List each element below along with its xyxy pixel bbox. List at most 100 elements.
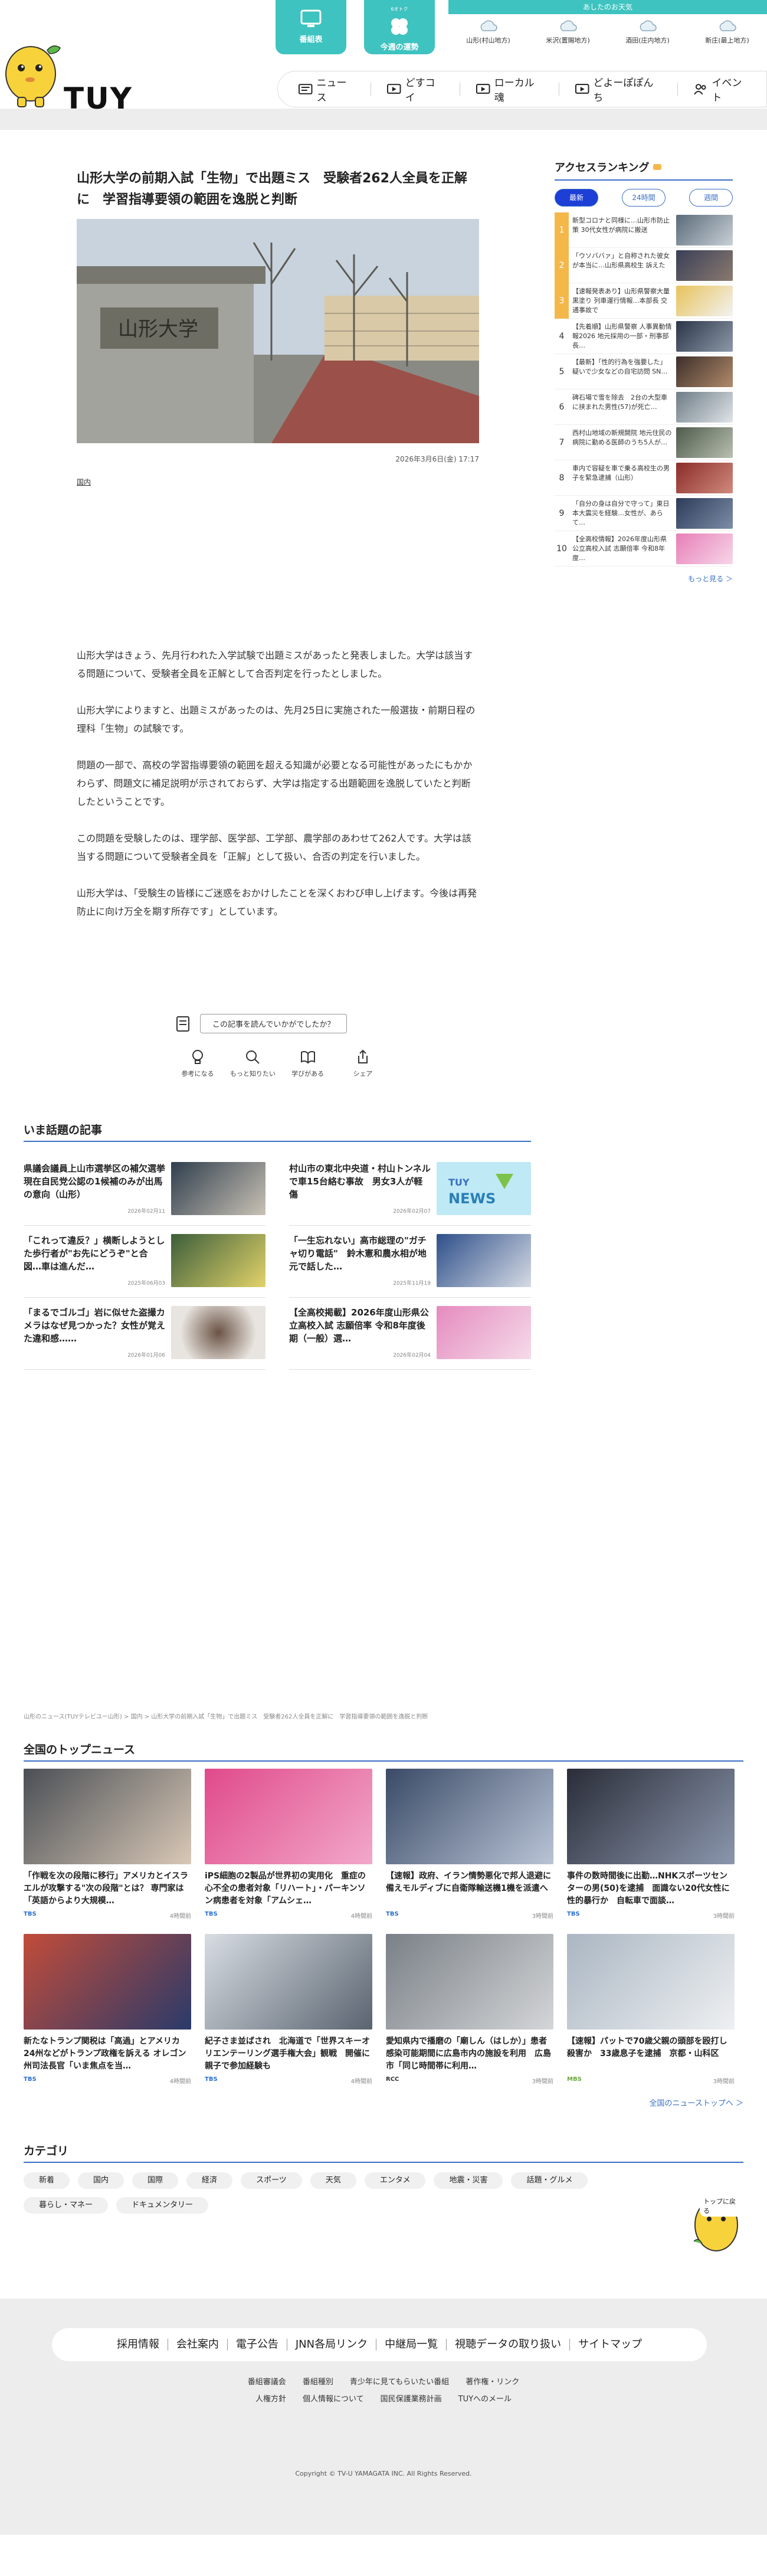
fortune-label: 今週の運勢 [380, 43, 419, 52]
footer-sub-link[interactable]: 国民保護業務計画 [381, 2392, 442, 2404]
reaction-learning-button[interactable]: 学びがある [284, 1049, 332, 1078]
tuy-news-thumbnail: TUY NEWS [437, 1162, 531, 1215]
nav-local[interactable]: ローカル魂 [473, 74, 546, 104]
news-time: 3時間前 [713, 2079, 735, 2085]
ranking-item[interactable]: 1 新型コロナと同様に…山形市防止策 30代女性が病院に搬送 [555, 212, 733, 248]
footer-sub-link[interactable]: 番組種別 [303, 2375, 333, 2387]
news-time: 3時間前 [532, 2079, 553, 2085]
weather-title: あしたのお天気 [448, 0, 767, 14]
trending-item[interactable]: 【全高校掲載】2026年度山形県公立高校入試 志願倍率 令和8年度後期（一般）選… [289, 1298, 531, 1370]
trending-item-title: 村山市の東北中央道・村山トンネルで車15台絡む事故 男女3人が軽傷 [289, 1163, 431, 1200]
ranking-number: 2 [555, 247, 569, 283]
category-chip[interactable]: 国内 [78, 2172, 124, 2189]
site-logo[interactable]: TUY [64, 81, 133, 116]
national-news-card[interactable]: 【速報】パットで70歳父親の頭部を殴打し殺害か 33歳息子を逮捕 京都・山科区 M… [567, 1934, 735, 2085]
nav-doyo[interactable]: どよーぽぽんち [572, 74, 664, 104]
trending-thumbnail [437, 1234, 531, 1287]
category-chip[interactable]: ドキュメンタリー [116, 2197, 209, 2214]
trending-item[interactable]: 村山市の東北中央道・村山トンネルで車15台絡む事故 男女3人が軽傷 2026年02… [289, 1154, 531, 1226]
news-source: TBS [386, 1911, 399, 1917]
breadcrumb[interactable]: 山形のニュース(TUYテレビユー山形) > 国内 > 山形大学の前期入試「生物」… [24, 1711, 743, 1720]
ranking-item[interactable]: 6 碑石場で雪を除去 2台の大型車に挟まれた男性(57)が死亡… [555, 389, 733, 425]
ranking-tab-24h[interactable]: 24時間 [622, 189, 666, 207]
national-news-card[interactable]: 事件の数時間後に出勤…NHKスポーツセンターの男(50)を逮捕 面識ない20代女… [567, 1769, 735, 1920]
cloud-icon [560, 20, 577, 31]
national-news-card[interactable]: 【速報】政府、イラン情勢悪化で邦人退避に備えモルディブに自衛隊輸送機1機を派遣へ… [386, 1769, 553, 1920]
national-news-card[interactable]: 新たなトランプ関税は「高過」とアメリカ24州などがトランプ政権を訴える オレゴン… [24, 1934, 191, 2085]
footer-link[interactable]: 採用情報 [109, 2339, 168, 2351]
category-chip[interactable]: 天気 [310, 2172, 356, 2189]
footer-sub-link[interactable]: 青少年に見てもらいたい番組 [350, 2375, 449, 2387]
ranking-item[interactable]: 7 西村山地域の新規開院 地元住民の病院に勤める医師のうち5人が… [555, 425, 733, 460]
category-chip[interactable]: 国際 [132, 2172, 179, 2189]
ranking-tab-latest[interactable]: 最新 [555, 189, 598, 207]
fortune-button[interactable]: 6オトク 今週の運勢 [364, 0, 435, 54]
footer-link[interactable]: 視聴データの取り扱い [447, 2339, 571, 2351]
national-news-card[interactable]: 愛知県内で播磨の「廟しん（はしか）」患者 感染可能期間に広島市内の施設を利用 広… [386, 1934, 553, 2085]
news-thumbnail [24, 1769, 191, 1864]
national-top-news: 全国のトップニュース 「作戦を次の段階に移行」アメリカとイスラエルが攻撃する"次… [24, 1741, 743, 2108]
footer-sub-link[interactable]: 番組審議会 [248, 2375, 286, 2387]
footer-link[interactable]: JNN各局リンク [287, 2339, 377, 2351]
footer-sub-link[interactable]: 著作権・リンク [466, 2375, 519, 2387]
trending-item[interactable]: 「これって違反？」横断しようとした歩行者が"お先にどうぞ"と合図…車は進んだ… 2… [24, 1226, 266, 1298]
ranking-text: 車内で容疑を車で乗る高校生の男子を緊急逮捕（山形） [572, 464, 670, 482]
back-to-top-button[interactable]: トップに戻る [689, 2178, 743, 2260]
main-nav: ニュース どすコイ ローカル魂 どよーぽぽんち イベント [277, 71, 767, 107]
footer-link[interactable]: 中継局一覧 [376, 2339, 447, 2351]
footer-link[interactable]: サイトマップ [570, 2339, 650, 2351]
trending-item[interactable]: 「一生忘れない」高市総理の"ガチャ切り電話" 鈴木憲和農水相が地元で話した… 20… [289, 1226, 531, 1298]
article-category-link[interactable]: 国内 [77, 477, 479, 487]
ranking-item[interactable]: 2 「ウソババァ」と自称された彼女が本当に…山形県高校生 訴えた [555, 247, 733, 283]
national-more-link[interactable]: 全国のニューストップへ ＞ [24, 2097, 743, 2108]
category-chip[interactable]: 暮らし・マネー [24, 2197, 109, 2214]
weather-city[interactable]: 酒田(庄内地方) [618, 19, 677, 45]
reaction-helpful-button[interactable]: 参考になる [174, 1049, 221, 1078]
trending-item[interactable]: 県議会議員上山市選挙区の補欠選挙 現在自民党公認の1候補のみが出馬の意向（山形）… [24, 1154, 266, 1226]
ranking-tab-weekly[interactable]: 週間 [689, 189, 733, 207]
footer-sub-link[interactable]: 人権方針 [255, 2392, 286, 2404]
nav-news[interactable]: ニュース [296, 74, 358, 104]
program-guide-button[interactable]: 番組表 [276, 0, 346, 54]
ranking-item[interactable]: 3 【速報発表あり】山形県警察大量 黒塗り 列車運行情報…本部長 交通事故で [555, 283, 733, 319]
weather-city[interactable]: 新庄(最上地方) [698, 19, 757, 45]
category-chip[interactable]: エンタメ [364, 2172, 426, 2189]
footer-link[interactable]: 電子公告 [228, 2339, 287, 2351]
category-chip[interactable]: 話題・グルメ [511, 2172, 588, 2189]
footer-sub-link[interactable]: 個人情報について [303, 2392, 364, 2404]
national-news-card[interactable]: iPS細胞の2製品が世界初の実用化 重症の心不全の患者対象「リハート」・パーキン… [205, 1769, 372, 1920]
ranking-item[interactable]: 10 【全高校情報】2026年度山形県公立高校入試 志願倍率 今和8年度… [555, 531, 733, 567]
ranking-item[interactable]: 8 車内で容疑を車で乗る高校生の男子を緊急逮捕（山形） [555, 460, 733, 496]
nav-event[interactable]: イベント [691, 74, 753, 104]
ranking-text: 西村山地域の新規開院 地元住民の病院に勤める医師のうち5人が… [572, 428, 672, 446]
footer-link[interactable]: 会社案内 [168, 2339, 228, 2351]
ranking-number: 9 [559, 508, 565, 518]
ranking-number: 7 [559, 437, 565, 447]
ranking-more-link[interactable]: もっと見る ＞ [555, 574, 733, 584]
weather-city[interactable]: 山形(村山地方) [459, 19, 518, 45]
ranking-text: 碑石場で雪を除去 2台の大型車に挟まれた男性(57)が死亡… [572, 393, 667, 411]
weather-city[interactable]: 米沢(置賜地方) [539, 19, 598, 45]
news-time: 4時間前 [169, 2079, 191, 2085]
ranking-text: 「ウソババァ」と自称された彼女が本当に…山形県高校生 訴えた [572, 251, 670, 269]
category-chip[interactable]: 新着 [24, 2172, 70, 2189]
trending-item[interactable]: 「まるでゴルゴ」岩に似せた盗撮カメラはなぜ見つかった？女性が覚えた違和感…… 20… [24, 1298, 266, 1370]
share-button[interactable]: シェア [339, 1049, 386, 1078]
categories-title: カテゴリ [24, 2142, 743, 2163]
ranking-item[interactable]: 9 「自分の身は自分で守って」東日本大震災を経験…女性が、あらて… [555, 496, 733, 531]
national-news-card[interactable]: 「作戦を次の段階に移行」アメリカとイスラエルが攻撃する"次の段階"とは？ 専門家… [24, 1769, 191, 1920]
footer-sub-link[interactable]: TUYへのメール [458, 2392, 512, 2404]
national-news-card[interactable]: 紀子さま並ばされ 北海道で「世界スキーオリエンテーリング選手権大会」観戦 開催に… [205, 1934, 372, 2085]
article-paragraph: 問題の一部で、高校の学習指導要領の範囲を超える知識が必要となる可能性があったにも… [77, 760, 473, 807]
ranking-item[interactable]: 4 【先着順】山形県警察 人事異動情報2026 地元採用の一部・刑事部長… [555, 319, 733, 354]
ranking-item[interactable]: 5 【最新】「性的行為を強要した」疑いで少女などの自宅訪問 SN… [555, 354, 733, 389]
category-chip[interactable]: 経済 [186, 2172, 233, 2189]
category-chip[interactable]: 地震・災害 [434, 2172, 503, 2189]
reaction-more-button[interactable]: もっと知りたい [229, 1049, 276, 1078]
mascot-totop-icon [693, 2198, 738, 2251]
ranking-text: 【全高校情報】2026年度山形県公立高校入試 志願倍率 今和8年度… [572, 535, 667, 562]
page-bottom [0, 2535, 767, 2576]
category-chip[interactable]: スポーツ [241, 2172, 302, 2189]
trending-item-title: 【全高校掲載】2026年度山形県公立高校入試 志願倍率 令和8年度後期（一般）選… [289, 1307, 429, 1344]
nav-dosukoi[interactable]: どすコイ [384, 74, 447, 104]
